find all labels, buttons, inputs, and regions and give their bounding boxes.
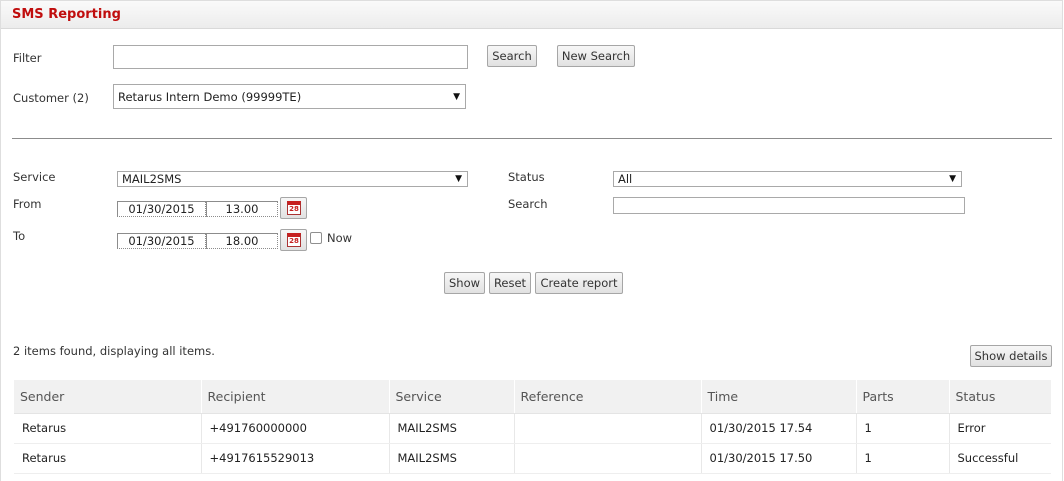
cell-time: 01/30/2015 17.54 xyxy=(701,413,857,444)
from-date-input[interactable]: 01/30/2015 xyxy=(117,201,206,217)
status-label: Status xyxy=(508,170,545,184)
customer-select-value: Retarus Intern Demo (99999TE) xyxy=(118,89,302,104)
filter-input[interactable] xyxy=(113,45,468,69)
divider xyxy=(12,138,1052,139)
search-button[interactable]: Search xyxy=(487,45,537,67)
to-time-input[interactable]: 18.00 xyxy=(206,233,278,249)
cell-sender: Retarus xyxy=(14,413,202,444)
to-date-input[interactable]: 01/30/2015 xyxy=(117,233,206,249)
cell-parts: 1 xyxy=(856,443,950,474)
calendar-icon: 28 xyxy=(287,233,301,247)
reset-button[interactable]: Reset xyxy=(489,272,531,294)
show-button[interactable]: Show xyxy=(444,272,485,294)
column-header-status[interactable]: Status xyxy=(949,380,1051,414)
dropdown-arrow-icon: ▼ xyxy=(455,174,462,184)
cell-parts: 1 xyxy=(856,413,950,444)
column-header-recipient[interactable]: Recipient xyxy=(201,380,390,414)
cell-status: Error xyxy=(949,413,1051,444)
from-calendar-button[interactable]: 28 xyxy=(280,197,307,219)
column-header-parts[interactable]: Parts xyxy=(856,380,950,414)
column-header-time[interactable]: Time xyxy=(701,380,857,414)
table-header-row: Sender Recipient Service Reference Time … xyxy=(14,380,1051,414)
cell-recipient: +4917615529013 xyxy=(201,443,390,474)
cell-status: Successful xyxy=(949,443,1051,474)
cell-reference xyxy=(514,413,702,444)
cell-time: 01/30/2015 17.50 xyxy=(701,443,857,474)
cell-reference xyxy=(514,443,702,474)
service-label: Service xyxy=(13,170,56,184)
table-row[interactable]: Retarus +4917615529013 MAIL2SMS 01/30/20… xyxy=(14,443,1051,474)
page-title: SMS Reporting xyxy=(12,7,121,22)
service-select[interactable]: MAIL2SMS ▼ xyxy=(117,171,468,187)
now-checkbox[interactable] xyxy=(310,232,322,244)
from-time-input[interactable]: 13.00 xyxy=(206,201,278,217)
new-search-button[interactable]: New Search xyxy=(557,45,635,67)
results-summary: 2 items found, displaying all items. xyxy=(13,344,215,358)
column-header-service[interactable]: Service xyxy=(389,380,515,414)
query-search-input[interactable] xyxy=(613,197,965,214)
table-row[interactable]: Retarus +491760000000 MAIL2SMS 01/30/201… xyxy=(14,413,1051,444)
to-label: To xyxy=(13,229,26,243)
from-label: From xyxy=(13,197,42,211)
show-details-button[interactable]: Show details xyxy=(970,345,1052,367)
column-header-sender[interactable]: Sender xyxy=(14,380,202,414)
results-table: Sender Recipient Service Reference Time … xyxy=(14,380,1051,474)
to-calendar-button[interactable]: 28 xyxy=(280,229,307,251)
calendar-icon: 28 xyxy=(287,201,301,215)
status-select[interactable]: All ▼ xyxy=(613,171,962,187)
search-field-label: Search xyxy=(508,197,548,211)
customer-label: Customer (2) xyxy=(13,91,89,105)
status-select-value: All xyxy=(618,172,633,186)
title-bar: SMS Reporting xyxy=(1,1,1062,29)
cell-service: MAIL2SMS xyxy=(389,443,515,474)
dropdown-arrow-icon: ▼ xyxy=(453,91,460,102)
cell-recipient: +491760000000 xyxy=(201,413,390,444)
cell-service: MAIL2SMS xyxy=(389,413,515,444)
now-label: Now xyxy=(327,231,353,245)
filter-label: Filter xyxy=(13,51,42,65)
service-select-value: MAIL2SMS xyxy=(122,172,182,186)
dropdown-arrow-icon: ▼ xyxy=(949,174,956,184)
customer-select[interactable]: Retarus Intern Demo (99999TE) ▼ xyxy=(113,84,466,109)
create-report-button[interactable]: Create report xyxy=(535,272,623,294)
cell-sender: Retarus xyxy=(14,443,202,474)
column-header-reference[interactable]: Reference xyxy=(514,380,702,414)
